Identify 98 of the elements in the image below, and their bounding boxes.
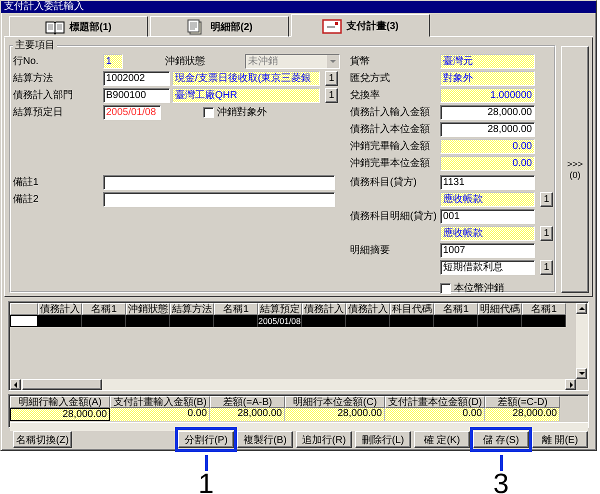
field-label: 貨幣 xyxy=(350,55,371,68)
tab[interactable]: 明細部(2) xyxy=(150,16,289,37)
callout-number: 3 xyxy=(493,470,509,494)
display-field: 0.00 xyxy=(440,138,535,154)
text-field[interactable] xyxy=(103,192,335,206)
command-button[interactable]: 刪除行(L) xyxy=(355,431,411,448)
command-button[interactable]: 儲 存(S) xyxy=(473,431,529,448)
display-field: 1 xyxy=(103,54,123,68)
command-button[interactable]: 離 開(E) xyxy=(532,431,588,448)
callout-number: 1 xyxy=(198,470,214,494)
checkbox-label: 本位幣沖銷 xyxy=(454,282,504,295)
table-row[interactable]: 2005/01/08 xyxy=(10,315,566,327)
display-field: 臺灣工廠QHR xyxy=(172,88,320,102)
highlight-frame xyxy=(470,427,532,452)
table-cell: 2005/01/08 xyxy=(258,315,302,327)
column-header: 支付計畫本位金額(D) xyxy=(385,396,485,408)
text-field[interactable]: 1002002 xyxy=(103,70,170,86)
column-header[interactable]: 債務計入 xyxy=(38,303,82,315)
text-field[interactable]: 28,000.00 xyxy=(440,104,535,120)
text-field[interactable]: 1007 xyxy=(440,242,535,258)
text-field[interactable] xyxy=(103,174,335,190)
field-label: 沖銷完畢本位金額 xyxy=(350,156,431,170)
column-header: 差額(=C-D) xyxy=(485,396,560,408)
field-label: 兌換率 xyxy=(350,88,381,102)
column-header[interactable]: 名稱1 xyxy=(214,303,258,315)
display-field: 0.00 xyxy=(440,156,535,170)
checkbox[interactable] xyxy=(440,282,451,294)
field-label: 債務科目明細(貸方) xyxy=(350,210,438,223)
column-header: 支付計畫輸入金額(B) xyxy=(110,396,210,408)
column-header[interactable]: 債務計入 xyxy=(346,303,390,315)
column-header: 明細行本位金額(C) xyxy=(285,396,385,408)
text-field[interactable]: 短期借款利息 xyxy=(440,260,535,274)
column-header[interactable]: 債務計入 xyxy=(302,303,346,315)
display-field: 現金/支票日後收取(東京三菱銀 xyxy=(172,70,320,86)
command-button[interactable]: 追加行(R) xyxy=(296,431,352,448)
total-cell: 28,000.00 xyxy=(485,408,560,421)
column-header[interactable]: 結算方法 xyxy=(170,303,214,315)
text-field[interactable]: 001 xyxy=(440,208,535,224)
lookup-button[interactable]: 1 xyxy=(540,260,553,274)
field-label: 明細摘要 xyxy=(350,244,391,257)
field-label: 沖銷完畢輸入金額 xyxy=(350,140,431,153)
field-label: 匯兌方式 xyxy=(350,72,391,85)
checkbox[interactable] xyxy=(203,106,214,118)
field-label: 債務計入本位金額 xyxy=(350,122,431,136)
group-title: 主要項目 xyxy=(14,40,56,51)
lookup-button[interactable]: 1 xyxy=(540,192,553,206)
field-label: 結算預定日 xyxy=(13,106,64,119)
window-icon xyxy=(322,18,342,34)
text-field[interactable]: B900100 xyxy=(103,88,170,102)
text-field[interactable]: 28,000.00 xyxy=(440,122,535,136)
field-label: 行No. xyxy=(13,55,40,68)
lookup-button[interactable]: 1 xyxy=(325,88,338,102)
total-cell: 28,000.00 xyxy=(210,408,285,421)
command-button[interactable]: 名稱切換(Z) xyxy=(13,431,72,448)
field-label: 備註2 xyxy=(13,192,40,206)
column-header[interactable]: 名稱1 xyxy=(82,303,126,315)
highlight-frame xyxy=(175,427,237,452)
scrollbar[interactable] xyxy=(576,303,588,379)
tab[interactable]: 支付計畫(3) xyxy=(291,14,430,37)
tab[interactable]: 標題部(1) xyxy=(9,16,148,37)
lookup-button[interactable]: 1 xyxy=(540,226,553,240)
column-header: 差額(=A-B) xyxy=(210,396,285,408)
display-field: 1.000000 xyxy=(440,88,535,102)
field-label: 債務計入部門 xyxy=(13,88,74,102)
command-button[interactable]: 確 定(K) xyxy=(414,431,470,448)
display-field: 對象外 xyxy=(440,70,535,86)
scrollbar[interactable] xyxy=(10,379,576,390)
window-title: 支付計入委託輸入 xyxy=(1,1,596,13)
field-label: 備註1 xyxy=(13,176,40,189)
column-header[interactable]: 結算預定 xyxy=(258,303,302,315)
total-cell: 0.00 xyxy=(385,408,485,421)
expand-button[interactable]: >>> (0) xyxy=(561,46,589,293)
lookup-button[interactable]: 1 xyxy=(325,70,338,86)
column-header[interactable]: 名稱1 xyxy=(434,303,478,315)
field-label: 債務科目(貸方) xyxy=(350,176,418,189)
header-corner[interactable] xyxy=(10,303,38,315)
column-header[interactable]: 沖銷狀態 xyxy=(126,303,170,315)
book-icon xyxy=(45,18,66,34)
total-cell: 0.00 xyxy=(110,408,210,421)
display-field: 臺灣元 xyxy=(440,54,535,68)
text-field[interactable]: 2005/01/08 xyxy=(103,104,161,120)
row-header[interactable] xyxy=(10,315,38,327)
display-field: 應收帳款 xyxy=(440,226,535,240)
scrollbar[interactable] xyxy=(10,422,588,431)
text-field[interactable]: 1131 xyxy=(440,174,535,190)
command-button[interactable]: 複製行(B) xyxy=(237,431,293,448)
column-header: 明細行輸入金額(A) xyxy=(10,396,110,408)
checkbox-label: 沖銷對象外 xyxy=(217,106,267,119)
command-button[interactable]: 分割行(P) xyxy=(178,431,234,448)
display-field: 應收帳款 xyxy=(440,192,535,206)
field-label: 結算方法 xyxy=(13,72,54,85)
field-label: 沖銷狀態 xyxy=(165,54,206,68)
field-label: 債務計入輸入金額 xyxy=(350,106,431,119)
column-header[interactable]: 明細代碼 xyxy=(478,303,522,315)
total-cell: 28,000.00 xyxy=(285,408,385,421)
column-header[interactable]: 名稱1 xyxy=(522,303,566,315)
total-cell: 28,000.00 xyxy=(10,408,110,421)
column-header[interactable]: 科目代碼 xyxy=(390,303,434,315)
